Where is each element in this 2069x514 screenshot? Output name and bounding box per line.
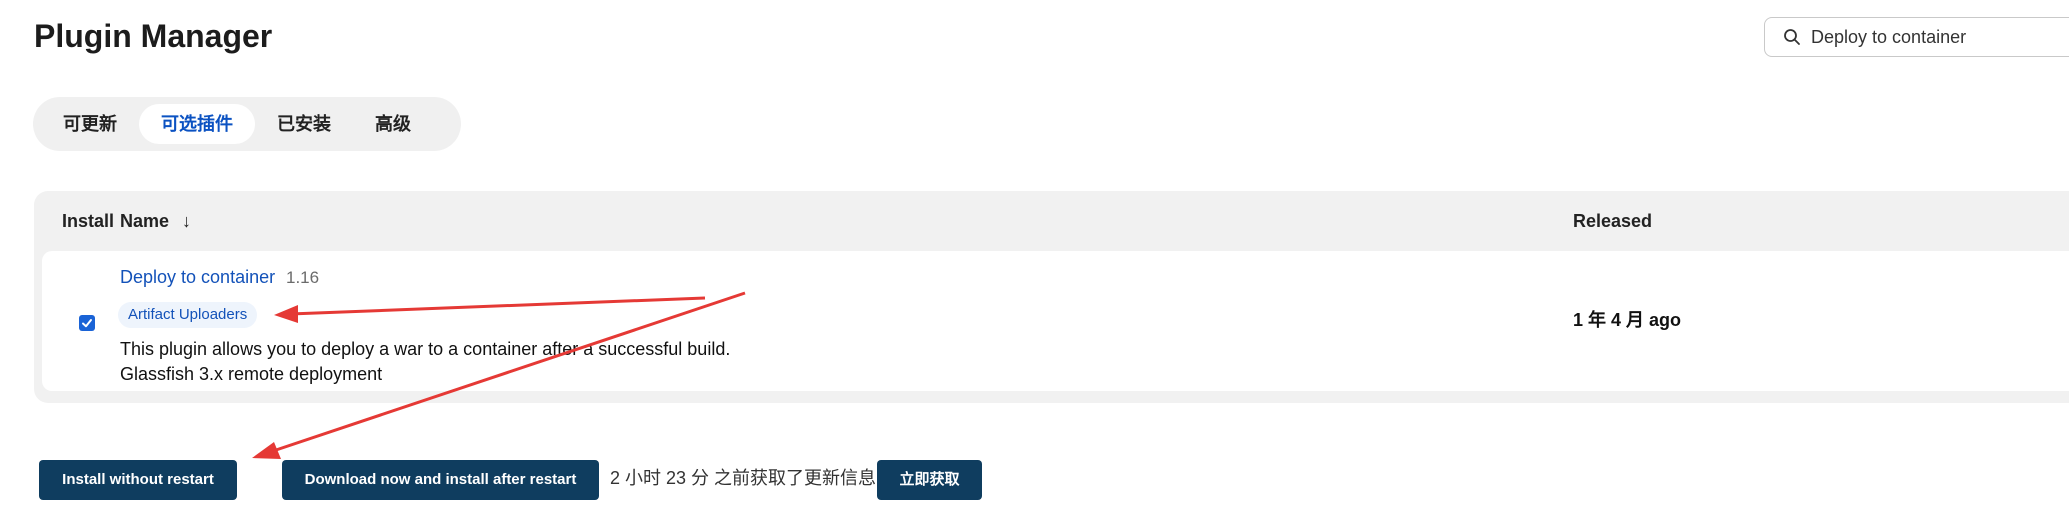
search-icon	[1781, 26, 1803, 48]
update-info-text: 2 小时 23 分 之前获取了更新信息	[610, 468, 877, 488]
checkmark-icon	[82, 319, 92, 328]
table-row: Deploy to container 1.16 Artifact Upload…	[42, 251, 2069, 391]
category-tag[interactable]: Artifact Uploaders	[118, 302, 258, 328]
search-box[interactable]	[1764, 17, 2069, 57]
search-input[interactable]	[1811, 26, 2069, 48]
page-title: Plugin Manager	[34, 18, 273, 54]
column-header-name-label: Name	[120, 211, 170, 231]
tab-available[interactable]: 可选插件	[139, 104, 255, 144]
check-now-button[interactable]: 立即获取	[877, 460, 982, 500]
plugin-description-extra: Glassfish 3.x remote deployment	[120, 364, 383, 384]
plugin-name-link[interactable]: Deploy to container	[120, 267, 275, 288]
download-install-after-restart-button[interactable]: Download now and install after restart	[282, 460, 599, 500]
plugins-table: Install Name ↓ Released Deploy to contai…	[34, 191, 2069, 403]
tab-updates[interactable]: 可更新	[41, 104, 139, 144]
install-checkbox[interactable]	[79, 315, 95, 331]
column-header-install: Install	[62, 211, 115, 231]
column-header-name[interactable]: Name ↓	[120, 211, 191, 232]
plugin-version: 1.16	[286, 268, 320, 287]
tab-installed[interactable]: 已安装	[255, 104, 353, 144]
released-value: 1 年 4 月 ago	[1573, 310, 1682, 330]
tab-bar: 可更新 可选插件 已安装 高级	[33, 97, 461, 151]
plugin-description: This plugin allows you to deploy a war t…	[120, 339, 731, 359]
tab-advanced[interactable]: 高级	[353, 104, 433, 144]
column-header-released[interactable]: Released	[1573, 211, 1652, 232]
sort-arrow-icon: ↓	[182, 211, 192, 231]
install-without-restart-button[interactable]: Install without restart	[39, 460, 237, 500]
